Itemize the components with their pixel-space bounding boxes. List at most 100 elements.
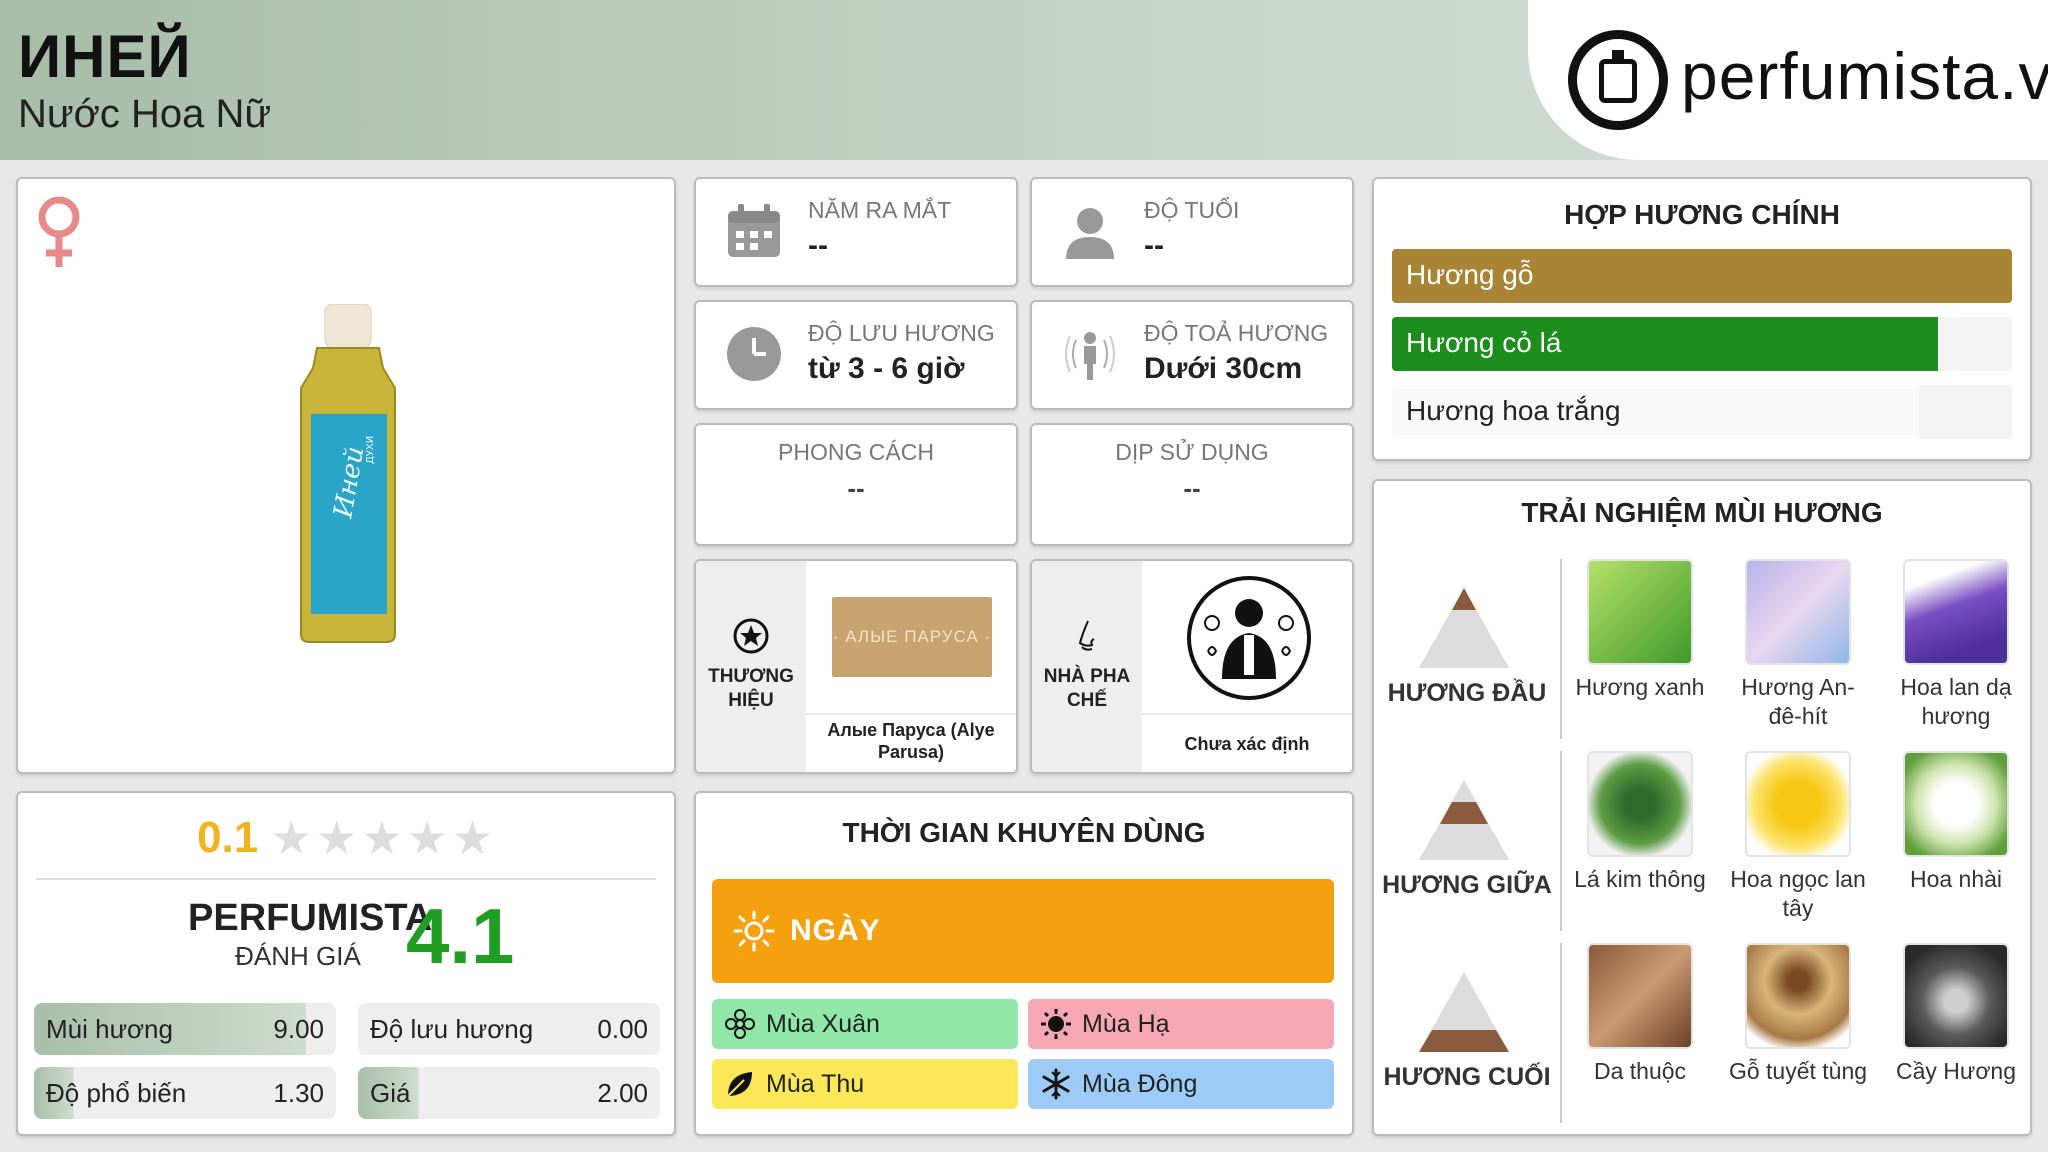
pyramid-base-icon: [1419, 972, 1509, 1052]
season-spring: Mùa Xuân: [712, 999, 1018, 1049]
notes-title: TRẢI NGHIỆM MÙI HƯƠNG: [1521, 497, 1883, 528]
season-autumn: Mùa Thu: [712, 1059, 1018, 1109]
perfumer-label-line1: NHÀ PHA: [1043, 666, 1131, 687]
time-title: THỜI GIAN KHUYÊN DÙNG: [842, 817, 1206, 848]
metric-label: Độ lưu hương: [370, 1013, 534, 1044]
brand-card[interactable]: THƯƠNG HIỆU · АЛЫЕ ПАРУСА · Алые Паруса …: [694, 559, 1018, 774]
note-item[interactable]: Hoa ngọc lan tây: [1728, 751, 1868, 923]
perfumer-card[interactable]: NHÀ PHA CHẾ Chưa xác định: [1030, 559, 1354, 774]
release-year-card: NĂM RA MẮT --: [694, 177, 1018, 287]
brand-label-line1: THƯƠNG: [708, 666, 794, 687]
star-icon[interactable]: ★: [452, 815, 493, 861]
nose-icon: [1078, 620, 1095, 651]
brand-name[interactable]: Алые Паруса (Alye Parusa): [806, 719, 1016, 763]
accord-bar: Hương hoa trắng: [1392, 385, 2012, 439]
sun-icon: [733, 910, 775, 952]
accord-label: Hương gỗ: [1406, 259, 1534, 290]
accords-title: HỢP HƯƠNG CHÍNH: [1564, 199, 1840, 230]
leather-note-image: [1587, 943, 1693, 1049]
scent-experience-panel: TRẢI NGHIỆM MÙI HƯƠNG HƯƠNG ĐẦU Hương xa…: [1372, 479, 2032, 1136]
star-icon[interactable]: ★: [316, 815, 357, 861]
note-item[interactable]: Hoa lan dạ hương: [1886, 559, 2026, 731]
main-accords-panel: HỢP HƯƠNG CHÍNH Hương gỗ Hương cỏ lá Hươ…: [1372, 177, 2032, 461]
user-rating-score: 0.1: [197, 813, 259, 862]
metric-value: 9.00: [273, 1013, 324, 1044]
metric-value: 1.30: [273, 1077, 324, 1108]
metric-value: 0.00: [597, 1013, 648, 1044]
season-summer: Mùa Hạ: [1028, 999, 1334, 1049]
rating-panel: 0.1 ★★★★★ PERFUMISTA ĐÁNH GIÁ 4.1 Mùi hư…: [16, 791, 676, 1136]
perfumer-name[interactable]: Chưa xác định: [1142, 733, 1352, 755]
note-label: Cầy Hương: [1896, 1058, 2016, 1084]
info-value: --: [1183, 473, 1201, 503]
info-label: ĐỘ TOẢ HƯƠNG: [1144, 320, 1329, 346]
perfumista-sub: ĐÁNH GIÁ: [235, 941, 361, 971]
perfumista-label: PERFUMISTA: [188, 897, 433, 939]
info-value: từ 3 - 6 giờ: [808, 352, 965, 385]
longevity-card: ĐỘ LƯU HƯƠNG từ 3 - 6 giờ: [694, 300, 1018, 410]
perfume-title: ИНЕЙ: [18, 23, 192, 90]
perfume-bottle-logo-icon: [1568, 30, 1668, 130]
occasion-card: DỊP SỬ DỤNG --: [1030, 423, 1354, 546]
aldehyde-note-image: [1745, 559, 1851, 665]
note-label: Hương An-đê-hít: [1741, 674, 1855, 729]
style-card: PHONG CÁCH --: [694, 423, 1018, 546]
season-label: Mùa Xuân: [766, 1009, 880, 1038]
perfume-subtitle: Nước Hoa Nữ: [18, 92, 272, 136]
cedar-note-image: [1745, 943, 1851, 1049]
pyramid-top-icon: [1419, 588, 1509, 668]
snowflake-icon: [1042, 1068, 1070, 1100]
brand-logo[interactable]: perfumista.vn: [1528, 0, 2048, 160]
info-value: --: [847, 473, 865, 503]
age-card: ĐỘ TUỔI --: [1030, 177, 1354, 287]
person-icon: [1066, 208, 1114, 259]
pyramid-middle-icon: [1419, 780, 1509, 860]
note-item[interactable]: Hoa nhài: [1886, 751, 2026, 894]
tier-label-base: HƯƠNG CUỐI: [1383, 1063, 1551, 1091]
recommended-time-panel: THỜI GIAN KHUYÊN DÙNG NGÀY Mùa Xuân Mùa …: [694, 791, 1354, 1136]
metric-price: Giá 2.00: [358, 1067, 660, 1119]
note-item[interactable]: Lá kim thông: [1570, 751, 1710, 894]
note-label: Da thuộc: [1593, 1058, 1687, 1084]
info-label: ĐỘ TUỔI: [1144, 197, 1240, 223]
info-label: NĂM RA MẮT: [808, 197, 952, 223]
perfumer-label-line2: CHẾ: [1066, 690, 1108, 711]
info-value: --: [808, 229, 828, 262]
day-label: NGÀY: [790, 914, 881, 947]
note-label: Hoa nhài: [1909, 866, 2003, 892]
metric-label: Độ phổ biến: [46, 1077, 187, 1108]
tier-label-top: HƯƠNG ĐẦU: [1387, 679, 1547, 707]
metric-popularity: Độ phổ biến 1.30: [34, 1067, 336, 1119]
info-value: --: [1144, 229, 1164, 262]
star-rating[interactable]: ★★★★★: [269, 815, 495, 861]
metric-longevity: Độ lưu hương 0.00: [358, 1003, 660, 1055]
metric-label: Giá: [370, 1077, 411, 1108]
svg-text:ДУХИ: ДУХИ: [365, 436, 376, 464]
star-icon[interactable]: ★: [271, 815, 312, 861]
note-item[interactable]: Da thuộc: [1570, 943, 1710, 1086]
pine-needle-note-image: [1587, 751, 1693, 857]
note-label: Hương xanh: [1575, 674, 1705, 700]
note-item[interactable]: Cầy Hương: [1886, 943, 2026, 1086]
note-item[interactable]: Gỗ tuyết tùng: [1728, 943, 1868, 1086]
leaf-icon: [727, 1072, 752, 1097]
perfumista-score: 4.1: [406, 892, 515, 980]
star-icon[interactable]: ★: [361, 815, 402, 861]
star-badge-icon: [733, 618, 769, 654]
sillage-person-icon: [1065, 332, 1115, 380]
note-item[interactable]: Hương xanh: [1570, 559, 1710, 702]
accord-bar: Hương gỗ: [1392, 249, 2012, 303]
green-note-image: [1587, 559, 1693, 665]
civet-note-image: [1903, 943, 2009, 1049]
star-icon[interactable]: ★: [406, 815, 447, 861]
note-item[interactable]: Hương An-đê-hít: [1728, 559, 1868, 731]
perfumer-avatar-icon: [1187, 576, 1311, 700]
season-label: Mùa Hạ: [1082, 1009, 1170, 1038]
hyacinth-note-image: [1903, 559, 2009, 665]
season-label: Mùa Thu: [766, 1069, 865, 1098]
metric-scent: Mùi hương 9.00: [34, 1003, 336, 1055]
product-image-panel: Иней ДУХИ: [16, 177, 676, 774]
sillage-card: ĐỘ TOẢ HƯƠNG Dưới 30cm: [1030, 300, 1354, 410]
info-value: Dưới 30cm: [1144, 352, 1303, 385]
season-winter: Mùa Đông: [1028, 1059, 1334, 1109]
